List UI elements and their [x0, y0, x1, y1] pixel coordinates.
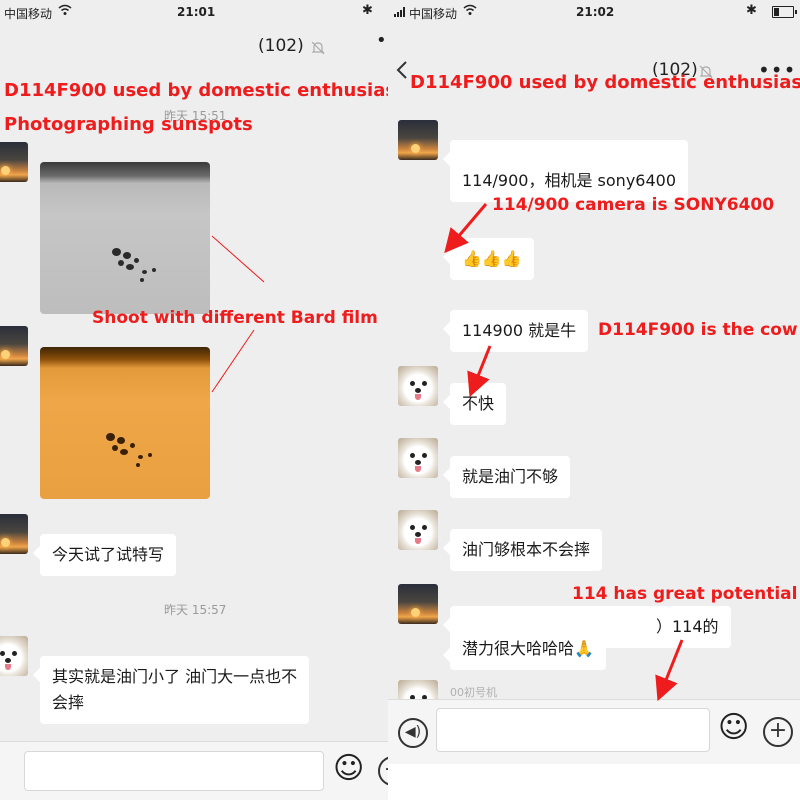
back-arrow-icon[interactable] [396, 60, 408, 85]
input-bar: ◀) ☺ + [388, 699, 800, 764]
status-bar: 中国移动 21:02 ✱ [388, 0, 800, 26]
add-icon[interactable]: + [763, 717, 793, 747]
chat-title-bar: (102) • [0, 26, 388, 70]
message-text: 不快 [462, 394, 495, 413]
annotation-text: D114F900 used by domestic enthusiasts [410, 72, 800, 93]
emoji-icon[interactable]: ☺ [718, 713, 749, 743]
avatar[interactable] [0, 514, 28, 554]
sunspot-photo-gray[interactable] [40, 162, 210, 314]
annotation-text: 114/900 camera is SONY6400 [492, 195, 775, 215]
annotation-text: D114F900 used by domestic enthusiast [4, 80, 388, 101]
message-input[interactable] [436, 708, 710, 752]
mute-icon [310, 40, 326, 61]
voice-icon[interactable]: ◀) [398, 718, 428, 748]
annotation-text: 114 has great potential [572, 584, 798, 604]
message-bubble[interactable]: 今天试了试特写 [40, 534, 177, 576]
left-chat-screenshot: 中国移动 21:01 ✱ (102) • 昨天 15:51 今天试了试特写 昨天… [0, 0, 388, 800]
annotation-text: Photographing sunspots [4, 114, 253, 135]
sunspot-photo-orange[interactable] [40, 347, 210, 499]
avatar[interactable] [0, 326, 28, 366]
sender-name: 00初号机 [450, 686, 497, 699]
message-text: 114900 就是牛 [462, 321, 577, 340]
more-icon[interactable]: • [376, 30, 387, 51]
message-text: 会摔 [52, 693, 85, 712]
avatar[interactable] [398, 510, 438, 550]
message-bubble[interactable]: 就是油门不够 [450, 456, 571, 498]
signal-icon [394, 6, 406, 20]
bluetooth-icon: ✱ [362, 3, 373, 18]
message-bubble[interactable]: 油门够根本不会摔 [450, 529, 603, 571]
wifi-icon [58, 4, 72, 19]
wifi-icon [463, 4, 477, 19]
message-bubble[interactable]: 114/900，相机是 sony6400 [450, 140, 689, 202]
status-time: 21:02 [576, 5, 615, 19]
status-bar: 中国移动 21:01 ✱ [0, 0, 388, 26]
message-input[interactable] [24, 751, 324, 791]
message-text: ）114的 [656, 617, 719, 636]
bottom-spacer [388, 764, 800, 800]
emoji-icon[interactable]: ☺ [333, 754, 364, 784]
message-bubble-continued[interactable]: 潜力很大哈哈哈🙏 [450, 636, 606, 670]
battery-icon [772, 6, 797, 18]
carrier-label: 中国移动 [409, 7, 458, 21]
status-time: 21:01 [177, 5, 216, 19]
message-text: 就是油门不够 [462, 467, 559, 486]
add-icon[interactable]: + [378, 756, 388, 786]
message-text: 其实就是油门小了 油门大一点也不 [52, 667, 298, 686]
carrier-label: 中国移动 [4, 7, 53, 21]
chat-title: (102) [258, 36, 304, 56]
message-text: 油门够根本不会摔 [462, 540, 591, 559]
avatar[interactable] [398, 584, 438, 624]
input-bar: ☺ + [0, 741, 388, 800]
message-bubble[interactable]: 不快 [450, 383, 507, 425]
bluetooth-icon: ✱ [746, 3, 757, 18]
right-chat-screenshot: 中国移动 21:02 ✱ (102) ••• 114/900，相机是 sony6… [388, 0, 800, 800]
message-bubble[interactable]: 其实就是油门小了 油门大一点也不 会摔 [40, 656, 310, 724]
annotation-text: Shoot with different Bard film [92, 308, 378, 328]
message-bubble[interactable]: 114900 就是牛 [450, 310, 589, 352]
avatar[interactable] [398, 120, 438, 160]
avatar[interactable] [398, 438, 438, 478]
message-bubble[interactable]: 👍👍👍 [450, 238, 534, 280]
message-text: 114/900，相机是 sony6400 [462, 171, 677, 190]
message-text: 👍👍👍 [462, 249, 522, 268]
timestamp: 昨天 15:57 [164, 603, 227, 617]
message-text: 潜力很大哈哈哈🙏 [462, 639, 594, 658]
avatar[interactable] [0, 142, 28, 182]
message-text: 今天试了试特写 [52, 545, 165, 564]
annotation-text: D114F900 is the cow [598, 320, 798, 340]
avatar[interactable] [0, 636, 28, 676]
avatar[interactable] [398, 366, 438, 406]
